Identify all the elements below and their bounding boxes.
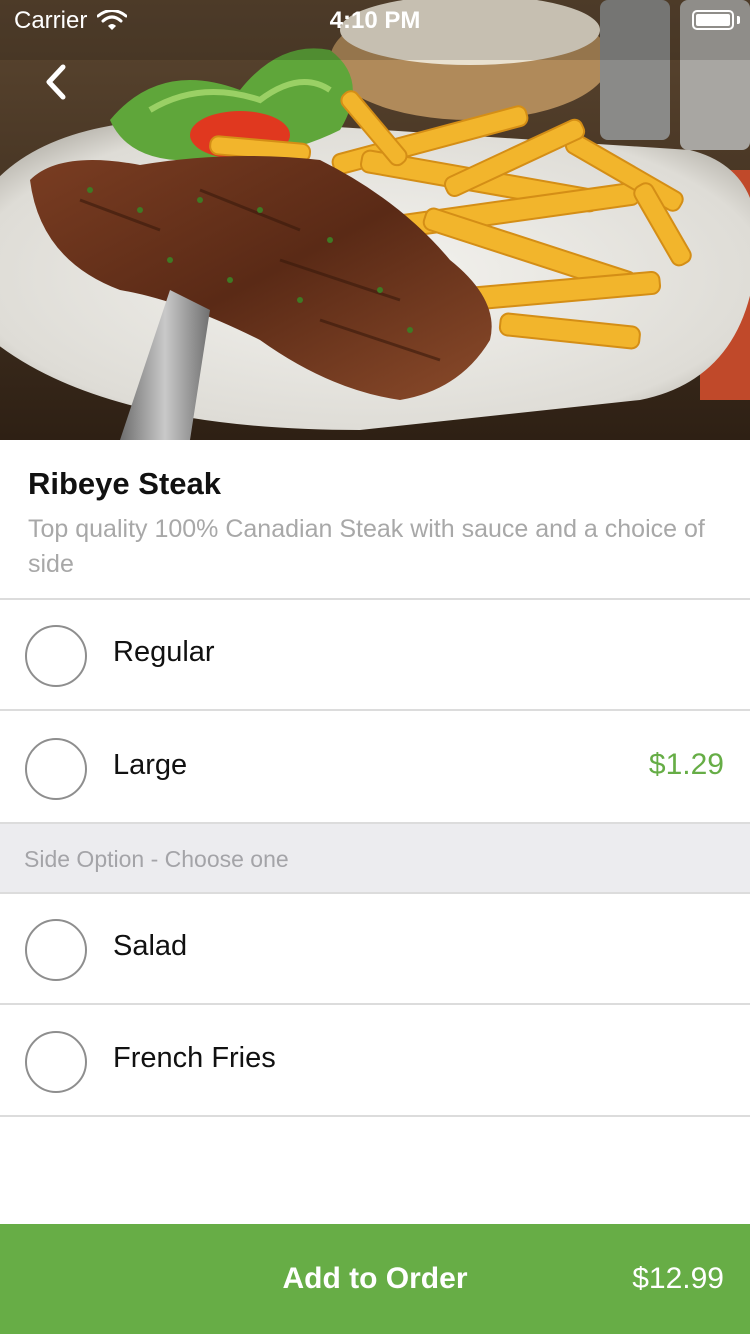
order-total-price: $12.99: [632, 1262, 724, 1295]
steak-photo: [0, 0, 750, 440]
option-row-large[interactable]: Large $1.29: [0, 713, 750, 824]
radio-button[interactable]: [25, 738, 87, 800]
hero-image: [0, 0, 750, 440]
option-row-regular[interactable]: Regular: [0, 600, 750, 711]
option-label: Large: [113, 749, 188, 781]
option-row-french-fries[interactable]: French Fries: [0, 1006, 750, 1117]
radio-button[interactable]: [25, 919, 87, 981]
section-header-side: Side Option - Choose one: [0, 824, 750, 894]
item-title: Ribeye Steak: [28, 466, 221, 501]
back-button[interactable]: [36, 62, 76, 102]
option-row-salad[interactable]: Salad: [0, 894, 750, 1005]
section-label: Side Option - Choose one: [24, 846, 289, 872]
option-label: French Fries: [113, 1042, 276, 1074]
item-header: Ribeye Steak Top quality 100% Canadian S…: [0, 440, 750, 600]
radio-button[interactable]: [25, 1031, 87, 1093]
option-label: Regular: [113, 636, 215, 668]
radio-button[interactable]: [25, 625, 87, 687]
option-label: Salad: [113, 930, 188, 962]
status-bar: Carrier 4:10 PM: [0, 0, 750, 40]
status-time: 4:10 PM: [329, 7, 421, 34]
option-price: $1.29: [648, 748, 724, 781]
battery-icon: [692, 10, 734, 30]
add-to-order-button[interactable]: Add to Order $12.99: [0, 1224, 750, 1334]
chevron-left-icon: [46, 64, 66, 100]
item-description: Top quality 100% Canadian Steak with sau…: [28, 515, 705, 578]
battery-cap: [737, 16, 740, 24]
